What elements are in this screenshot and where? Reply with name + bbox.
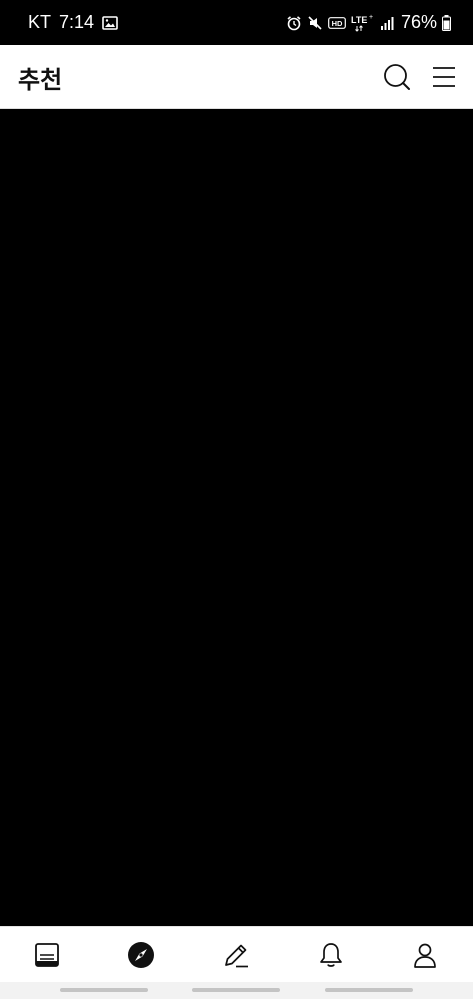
gesture-home[interactable] [192,988,280,992]
nav-profile[interactable] [378,927,472,983]
gesture-bar [0,982,473,999]
search-icon [384,64,410,90]
image-icon [102,15,118,30]
nav-feed[interactable] [0,927,94,983]
menu-icon [433,67,455,87]
page-title: 추천 [18,65,63,94]
nav-discover[interactable] [94,927,188,983]
gesture-recents[interactable] [325,988,413,992]
status-right: HD LTE + 76% [286,0,451,45]
carrier-label: KT [28,12,52,32]
search-button[interactable] [381,61,413,93]
lte-text: LTE [351,15,367,25]
time-label: 7:14 [59,12,95,32]
nav-notifications[interactable] [284,927,378,983]
hd-icon: HD [328,16,346,29]
status-left: KT 7:14 [28,0,118,45]
battery-icon [442,14,451,31]
lte-icon: LTE + [351,14,375,32]
compass-icon [128,942,154,968]
status-bar: KT 7:14 HD LTE + 76% [0,0,473,45]
battery-label: 76% [400,12,437,32]
signal-icon [380,16,394,30]
pencil-icon [225,944,248,968]
bottom-nav [0,926,473,982]
nav-write[interactable] [189,927,283,983]
gesture-back[interactable] [60,988,148,992]
bell-icon [320,943,342,967]
content-area[interactable] [0,109,473,926]
menu-button[interactable] [428,61,460,93]
profile-icon [414,943,436,968]
app-header: 추천 [0,45,473,109]
mute-icon [307,15,323,31]
alarm-icon [286,15,302,31]
feed-icon [35,943,59,967]
svg-text:+: + [369,14,373,21]
svg-text:HD: HD [332,19,343,28]
